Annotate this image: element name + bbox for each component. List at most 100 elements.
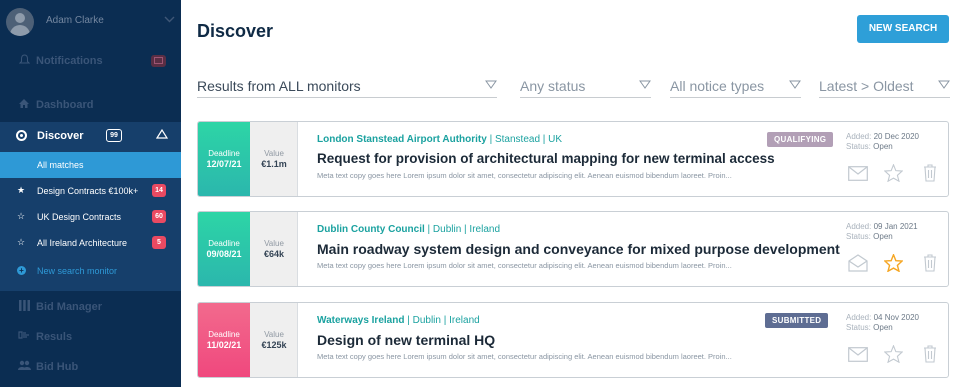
value-amount: €1.1m — [261, 159, 287, 169]
deadline-date: 09/08/21 — [206, 249, 242, 259]
trash-icon[interactable] — [923, 164, 937, 182]
status-value: Open — [873, 142, 893, 151]
star-outline-icon: ☆ — [17, 237, 26, 247]
caret-down-icon — [938, 80, 950, 89]
sidebar-item-label: Resuls — [36, 331, 73, 343]
envelope-icon[interactable] — [848, 166, 868, 181]
user-name: Adam Clarke — [46, 15, 104, 26]
added-info: Added: 09 Jan 2021 Status: Open — [846, 222, 918, 242]
organisation-location: | Dublin | Ireland — [424, 224, 500, 235]
tender-card[interactable]: Deadline 11/02/21 Value €125k Waterways … — [197, 302, 949, 378]
star-filled-icon: ★ — [17, 185, 26, 195]
columns-icon — [18, 300, 30, 314]
count-badge: 14 — [152, 184, 166, 197]
sidebar-subitem-design-contracts[interactable]: ★ Design Contracts €100k+ 14 — [0, 178, 181, 204]
added-date: 04 Nov 2020 — [873, 313, 919, 322]
sidebar-subitem-all-ireland-architecture[interactable]: ☆ All Ireland Architecture 5 — [0, 230, 181, 256]
discover-count-badge: 99 — [106, 129, 122, 142]
sort-select[interactable]: Latest > Oldest — [819, 74, 950, 98]
sidebar-subitem-new-search-monitor[interactable]: + New search monitor — [0, 258, 181, 284]
collapse-triangle-icon[interactable] — [155, 128, 169, 142]
added-label: Added: — [846, 132, 872, 141]
sidebar-item-notifications[interactable]: Notifications — [0, 50, 181, 72]
star-active-icon[interactable] — [884, 254, 903, 272]
organisation-name[interactable]: Dublin County Council — [317, 224, 425, 235]
deadline-label: Deadline — [208, 330, 240, 339]
tender-title[interactable]: Design of new terminal HQ — [317, 332, 495, 348]
added-info: Added: 04 Nov 2020 Status: Open — [846, 313, 919, 333]
status-label: Status: — [846, 232, 871, 241]
tender-meta: Meta text copy goes here Lorem ipsum dol… — [317, 261, 732, 270]
star-outline-icon[interactable] — [884, 345, 903, 363]
value-amount: €64k — [263, 249, 285, 259]
organisation-line: London Stanstead Airport Authority | Sta… — [317, 134, 562, 145]
sidebar-item-bid-manager[interactable]: Bid Manager — [0, 296, 181, 318]
count-badge: 60 — [152, 210, 166, 223]
main-content: Discover NEW SEARCH Results from ALL mon… — [181, 0, 958, 387]
deadline-label: Deadline — [208, 239, 240, 248]
chevron-down-icon[interactable] — [164, 12, 175, 26]
sidebar-item-dashboard[interactable]: Dashboard — [0, 94, 181, 116]
tender-meta: Meta text copy goes here Lorem ipsum dol… — [317, 171, 732, 180]
sidebar-subitem-label: Design Contracts €100k+ — [37, 186, 139, 196]
results-icon — [18, 330, 30, 343]
deadline-label: Deadline — [208, 149, 240, 158]
added-label: Added: — [846, 313, 872, 322]
value-amount: €125k — [261, 340, 287, 350]
plus-circle-icon: + — [17, 266, 26, 275]
tender-card[interactable]: Deadline 12/07/21 Value €1.1m London Sta… — [197, 121, 949, 197]
sidebar: Adam Clarke Notifications Dashboard Disc… — [0, 0, 181, 387]
trash-icon[interactable] — [923, 254, 937, 272]
tender-card[interactable]: Deadline 09/08/21 Value €64k Dublin Coun… — [197, 211, 949, 287]
card-actions — [846, 163, 946, 185]
envelope-icon[interactable] — [848, 347, 868, 362]
bell-icon — [18, 54, 30, 68]
app: Adam Clarke Notifications Dashboard Disc… — [0, 0, 958, 387]
sidebar-item-bid-hub[interactable]: Bid Hub — [0, 356, 181, 378]
added-date: 20 Dec 2020 — [873, 132, 919, 141]
sidebar-item-label: Bid Manager — [36, 301, 103, 313]
page-title: Discover — [197, 21, 274, 41]
deadline-block: Deadline 12/07/21 — [198, 122, 250, 196]
organisation-line: Dublin County Council | Dublin | Ireland — [317, 224, 500, 235]
value-label: Value — [264, 239, 284, 248]
filter-value: Any status — [520, 78, 586, 94]
sidebar-item-results[interactable]: Resuls — [0, 326, 181, 348]
status-label: Status: — [846, 142, 871, 151]
envelope-open-icon[interactable] — [848, 254, 868, 272]
count-badge: 5 — [152, 236, 166, 249]
target-icon — [16, 130, 27, 141]
value-block: Value €1.1m — [250, 122, 298, 196]
monitors-filter-select[interactable]: Results from ALL monitors — [197, 74, 497, 98]
deadline-block: Deadline 11/02/21 — [198, 303, 250, 377]
notice-type-filter-select[interactable]: All notice types — [670, 74, 801, 98]
sidebar-item-discover[interactable]: Discover 99 — [0, 122, 181, 150]
status-value: Open — [873, 323, 893, 332]
home-icon — [18, 98, 30, 112]
value-block: Value €125k — [250, 303, 298, 377]
new-search-button[interactable]: NEW SEARCH — [857, 15, 949, 43]
star-outline-icon[interactable] — [884, 164, 903, 182]
status-label: Status: — [846, 323, 871, 332]
organisation-name[interactable]: Waterways Ireland — [317, 315, 404, 326]
deadline-date: 12/07/21 — [206, 159, 242, 169]
tender-title[interactable]: Main roadway system design and conveyanc… — [317, 241, 840, 257]
status-filter-select[interactable]: Any status — [520, 74, 651, 98]
tender-meta: Meta text copy goes here Lorem ipsum dol… — [317, 352, 732, 361]
trash-icon[interactable] — [923, 345, 937, 363]
sidebar-item-label: Notifications — [36, 55, 103, 67]
tender-title[interactable]: Request for provision of architectural m… — [317, 151, 775, 166]
added-date: 09 Jan 2021 — [873, 222, 918, 231]
organisation-name[interactable]: London Stanstead Airport Authority — [317, 134, 487, 145]
deadline-block: Deadline 09/08/21 — [198, 212, 250, 286]
avatar — [6, 8, 34, 36]
added-label: Added: — [846, 222, 872, 231]
organisation-location: | Dublin | Ireland — [404, 315, 480, 326]
sidebar-subitem-all-matches[interactable]: All matches — [0, 152, 181, 178]
notification-badge-icon — [151, 55, 166, 67]
card-actions — [846, 344, 946, 366]
sidebar-subitem-label: All Ireland Architecture — [37, 238, 128, 248]
sidebar-subitem-uk-design-contracts[interactable]: ☆ UK Design Contracts 60 — [0, 204, 181, 230]
sidebar-subitem-label: New search monitor — [37, 266, 118, 276]
user-menu[interactable]: Adam Clarke — [0, 0, 181, 44]
